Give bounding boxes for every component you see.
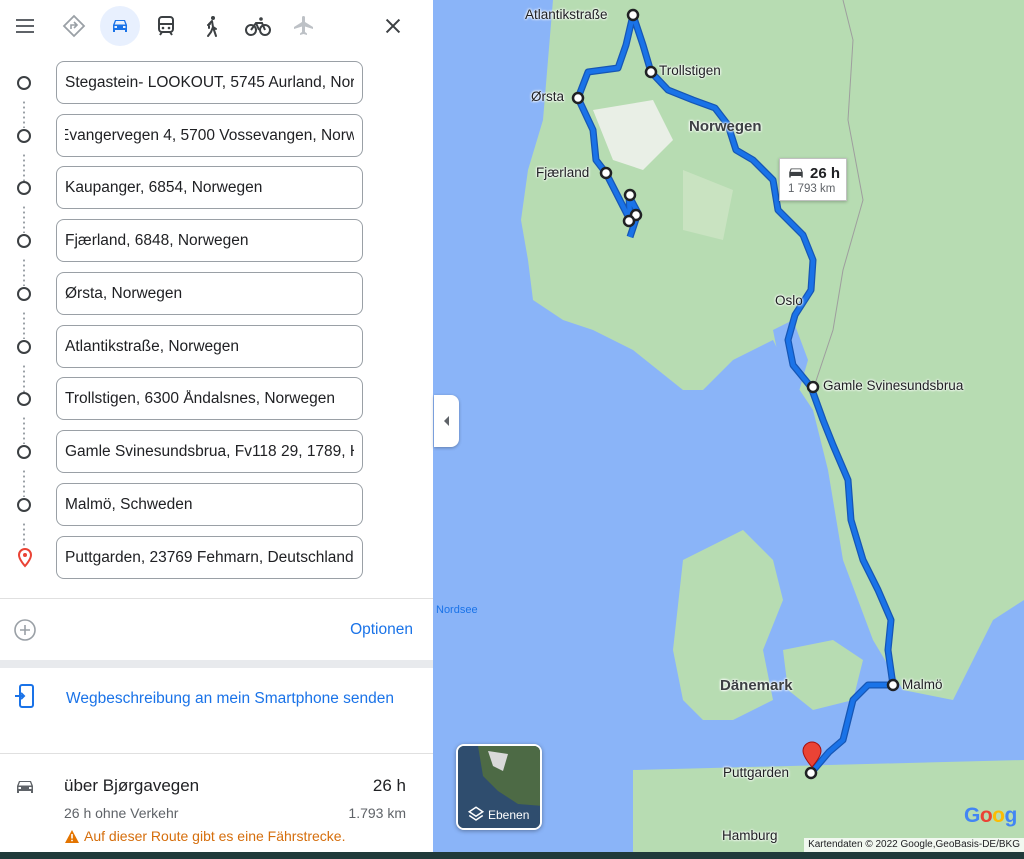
waypoint-row [0,219,433,263]
route-stop-marker[interactable] [644,65,658,79]
ferry-warning-text: Auf dieser Route gibt es eine Fährstreck… [84,828,346,844]
route-stop-marker[interactable] [599,166,613,180]
add-destination-icon[interactable] [13,618,37,642]
waypoint-input[interactable] [56,61,363,104]
collapse-panel-button[interactable] [434,395,459,447]
route-option[interactable]: über Bjørgavegen 26 h 26 h ohne Verkehr … [0,755,433,852]
map-label-hamburg: Hamburg [722,828,778,843]
close-icon [385,18,401,34]
waypoint-circle-icon [17,498,31,512]
map-label-gamle-svinesundsbrua: Gamle Svinesundsbrua [823,378,964,393]
menu-icon [16,19,34,33]
waypoint-input[interactable] [56,430,363,473]
waypoint-input[interactable] [56,536,363,579]
car-icon [789,168,803,178]
waypoint-row [0,483,433,527]
bottom-bar [0,852,1024,859]
directions-icon [62,14,86,38]
travel-mode-bar [0,0,433,52]
route-stop-marker[interactable] [571,91,585,105]
route-distance: 1.793 km [348,805,406,821]
route-stop-marker[interactable] [623,188,637,202]
waypoint-input[interactable] [56,272,363,315]
waypoint-input[interactable] [56,483,363,526]
route-stop-marker[interactable] [886,678,900,692]
send-to-phone-link[interactable]: Wegbeschreibung an mein Smartphone sende… [60,686,400,712]
mode-flight-button[interactable] [284,6,324,46]
route-title: über Bjørgavegen [64,776,200,795]
route-duration: 26 h [372,776,406,795]
route-stop-marker[interactable] [806,380,820,394]
map-label-atlantikstrasse: Atlantikstraße [525,7,608,22]
waypoint-input[interactable] [56,219,363,262]
route-distance-value: 1 793 km [788,183,836,195]
menu-button[interactable] [5,6,45,46]
waypoint-circle-icon [17,129,31,143]
map-label-oslo: Oslo [775,293,803,308]
map-label-norwegen: Norwegen [689,118,762,135]
waypoint-circle-icon [17,76,31,90]
warning-icon [65,829,79,843]
layers-label: Ebenen [488,808,530,822]
route-stop-marker[interactable] [626,8,640,22]
car-icon [113,20,127,32]
send-to-phone-row[interactable]: Wegbeschreibung an mein Smartphone sende… [0,668,433,754]
map-label-nordsee: Nordsee [436,604,478,616]
route-stop-marker[interactable] [804,766,818,780]
waypoint-circle-icon [17,287,31,301]
waypoint-row [0,114,433,158]
waypoint-circle-icon [17,340,31,354]
train-icon [158,16,174,36]
waypoint-row [0,536,433,580]
waypoint-row [0,166,433,210]
map-label-trollstigen: Trollstigen [659,63,721,78]
options-button[interactable]: Optionen [350,621,413,639]
mode-transit-button[interactable] [146,6,186,46]
mode-car-button[interactable] [100,6,140,46]
waypoint-circle-icon [17,181,31,195]
route-time-value: 26 h [810,165,841,182]
layers-icon [467,806,485,821]
route-stop-marker[interactable] [622,214,636,228]
walk-icon [207,16,217,37]
map-attribution[interactable]: Kartendaten © 2022 Google,GeoBasis-DE/BK… [804,838,1024,852]
route-time-callout[interactable]: 26 h 1 793 km [779,158,847,201]
waypoint-input[interactable] [56,325,363,368]
waypoint-row [0,272,433,316]
waypoint-row [0,430,433,474]
send-to-phone-icon [15,684,34,708]
route-duration-without-traffic: 26 h ohne Verkehr [64,805,179,821]
mode-walk-button[interactable] [192,6,232,46]
waypoint-circle-icon [17,234,31,248]
map-label-malmo: Malmö [902,677,943,692]
destination-pin-icon [17,548,33,568]
map-label-daenemark: Dänemark [720,677,793,694]
bicycle-icon [245,17,271,36]
layers-button[interactable]: Ebenen [456,744,542,830]
map-label-fjaerland: Fjærland [536,165,590,180]
close-button[interactable] [373,6,413,46]
section-divider [0,660,433,668]
mode-best-button[interactable] [54,6,94,46]
airplane-icon [294,16,313,35]
waypoint-circle-icon [17,392,31,406]
add-destination-row: Optionen [0,598,433,660]
waypoint-row [0,377,433,421]
waypoint-row [0,61,433,105]
map-label-puttgarden: Puttgarden [723,765,790,780]
directions-panel: Optionen Wegbeschreibung an mein Smartph… [0,0,433,852]
waypoint-row [0,325,433,369]
waypoint-circle-icon [17,445,31,459]
map-label-orsta: Ørsta [531,89,565,104]
waypoint-input[interactable] [56,114,363,157]
car-icon [17,781,33,793]
mode-bicycle-button[interactable] [238,6,278,46]
ferry-warning: Auf dieser Route gibt es eine Fährstreck… [64,828,345,844]
chevron-left-icon [443,416,449,426]
waypoint-input[interactable] [56,166,363,209]
map-view[interactable]: Atlantikstraße Trollstigen Ørsta Norwege… [433,0,1024,852]
waypoint-input[interactable] [56,377,363,420]
google-logo: Goog [964,804,1017,827]
